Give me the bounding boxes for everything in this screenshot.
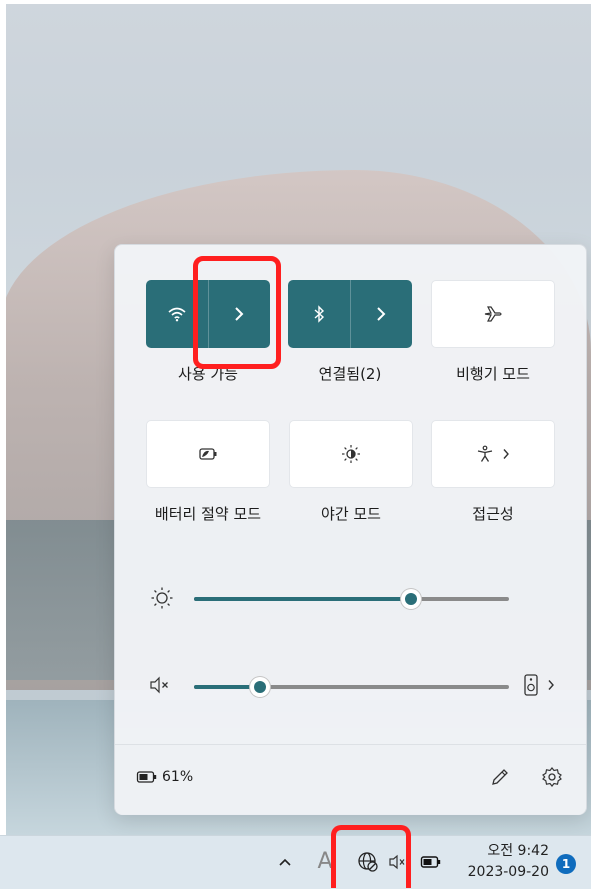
brightness-slider-row <box>115 584 586 614</box>
battery-status[interactable]: 61% <box>136 769 193 785</box>
battery-tray-button[interactable] <box>418 849 444 875</box>
volume-slider-thumb[interactable] <box>250 677 271 697</box>
accessibility-button[interactable] <box>431 420 555 488</box>
night-light-label: 야간 모드 <box>321 505 381 523</box>
wifi-icon <box>167 306 187 322</box>
battery-saver-label: 배터리 절약 모드 <box>154 505 262 523</box>
night-light-button[interactable] <box>289 420 413 488</box>
clock-button[interactable]: 오전 9:42 2023-09-20 <box>459 839 549 885</box>
highlight-wifi-expand <box>193 256 281 369</box>
audio-output-button[interactable] <box>523 673 555 697</box>
quick-settings-panel: 사용 가능 연결됨(2) 비행기 모드 배터리 절약 모드 야간 모드 접근성 … <box>114 244 587 815</box>
volume-slider[interactable] <box>194 677 509 697</box>
battery-icon <box>420 855 442 869</box>
bluetooth-tile <box>288 280 412 348</box>
pencil-icon <box>490 767 510 787</box>
chevron-right-icon <box>547 679 555 691</box>
chevron-up-icon <box>278 857 292 867</box>
volume-muted-icon[interactable] <box>149 676 171 694</box>
battery-saver-icon <box>198 447 218 461</box>
accessibility-icon <box>476 445 494 463</box>
clock-date: 2023-09-20 <box>467 864 549 880</box>
battery-icon <box>136 770 158 784</box>
battery-saver-button[interactable] <box>146 420 270 488</box>
battery-percent: 61% <box>162 769 194 785</box>
notification-badge[interactable]: 1 <box>556 854 576 874</box>
edit-quick-settings-button[interactable] <box>490 767 510 787</box>
bluetooth-expand-button[interactable] <box>350 280 412 348</box>
bluetooth-label: 연결됨(2) <box>318 365 382 383</box>
window-edge-left <box>0 0 6 888</box>
brightness-slider-thumb[interactable] <box>401 589 422 609</box>
accessibility-label: 접근성 <box>472 505 514 523</box>
bluetooth-icon <box>313 305 325 323</box>
clock-time: 오전 9:42 <box>487 843 549 859</box>
highlight-network-icon <box>331 825 411 888</box>
chevron-right-icon <box>502 448 510 460</box>
taskbar: A 오전 9:42 2023-09-20 1 <box>0 835 591 889</box>
chevron-right-icon <box>376 306 386 322</box>
brightness-slider[interactable] <box>194 589 509 609</box>
settings-button[interactable] <box>541 766 563 788</box>
quick-settings-footer: 61% <box>115 744 586 815</box>
airplane-icon <box>483 305 503 323</box>
airplane-mode-label: 비행기 모드 <box>456 365 530 383</box>
show-hidden-icons-button[interactable] <box>273 849 297 875</box>
airplane-mode-button[interactable] <box>431 280 555 348</box>
window-edge-top <box>0 0 591 4</box>
night-light-icon <box>341 444 361 464</box>
brightness-icon <box>150 586 174 610</box>
speaker-device-icon <box>523 673 539 697</box>
volume-slider-row <box>115 672 586 702</box>
gear-icon <box>541 766 563 788</box>
brightness-slider-fill <box>194 597 412 601</box>
bluetooth-toggle-button[interactable] <box>288 280 350 348</box>
